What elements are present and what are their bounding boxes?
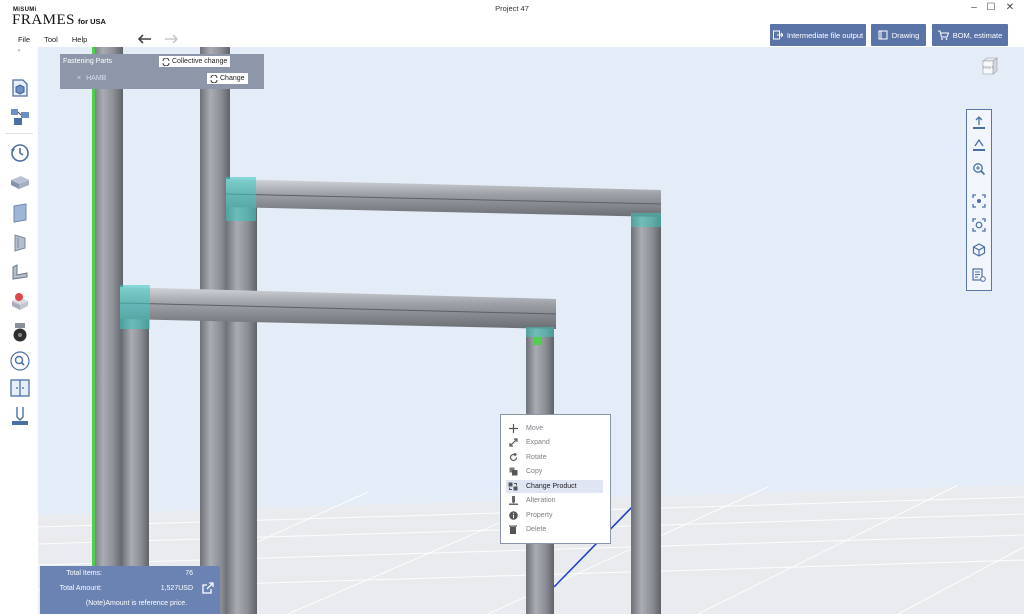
total-amount-label: Total Amount: — [59, 585, 102, 592]
context-item-expand[interactable]: Expand — [506, 436, 603, 449]
project-title: Project 47 — [495, 4, 529, 13]
minimize-button[interactable]: – — [968, 2, 980, 13]
expand-icon — [506, 438, 520, 447]
angle-bracket-icon[interactable] — [9, 261, 31, 283]
menu-help[interactable]: Help — [72, 35, 87, 44]
change-button[interactable]: Change — [207, 73, 248, 84]
swap-icon — [162, 57, 170, 66]
drawing-button[interactable]: Drawing — [871, 24, 926, 46]
bom-estimate-label: BOM, estimate — [952, 30, 1003, 40]
door-icon[interactable] — [9, 377, 31, 399]
part-box-icon[interactable] — [9, 77, 31, 99]
context-item-label: Change Product — [526, 483, 577, 490]
change-label: Change — [220, 75, 245, 82]
collective-change-button[interactable]: Collective change — [159, 56, 231, 67]
context-item-change-product[interactable]: Change Product — [506, 480, 603, 493]
context-item-label: Expand — [526, 439, 550, 446]
rotate-icon — [506, 453, 520, 462]
fastening-parts-title: Fastening Parts — [63, 58, 113, 65]
settings-list-icon[interactable] — [972, 268, 986, 282]
extrusion-icon[interactable] — [9, 172, 31, 194]
context-item-label: Copy — [526, 468, 543, 475]
price-note: (Note)Amount is reference price. — [85, 600, 188, 607]
menu-file[interactable]: File — [18, 35, 30, 44]
zoom-icon[interactable] — [972, 162, 986, 176]
close-button[interactable]: ✕ — [1004, 2, 1016, 13]
bom-estimate-button[interactable]: BOM, estimate — [932, 24, 1008, 46]
undo-button[interactable] — [137, 32, 152, 47]
external-link-icon[interactable] — [202, 582, 214, 594]
fastener-icon[interactable] — [9, 291, 31, 313]
total-items-value: 76 — [185, 570, 193, 577]
cart-icon — [937, 30, 949, 40]
view-cube-label: FRONT — [983, 66, 993, 70]
drawing-label: Drawing — [891, 30, 920, 40]
ruler-icon[interactable] — [9, 405, 31, 427]
context-item-delete[interactable]: Delete — [506, 523, 603, 536]
title-bar: MiSUMi FRAMES for USA Project 47 – ☐ ✕ F… — [0, 0, 1024, 48]
context-item-label: Delete — [526, 526, 547, 533]
property-icon — [506, 511, 520, 520]
fastening-part-label: HAMB — [86, 75, 107, 82]
context-item-label: Rotate — [526, 454, 547, 461]
change-product-icon — [506, 482, 520, 491]
context-menu: Move Expand Rotate Copy Change Product A… — [500, 414, 611, 544]
brand-name: FRAMES — [12, 12, 76, 28]
context-item-label: Move — [526, 425, 544, 432]
menu-tool[interactable]: Tool — [44, 35, 58, 44]
context-item-move[interactable]: Move — [506, 422, 603, 435]
bracket-icon[interactable] — [9, 232, 31, 254]
intermediate-file-output-label: Intermediate file output — [786, 30, 864, 40]
copy-icon — [506, 467, 520, 476]
intermediate-file-output-button[interactable]: Intermediate file output — [770, 24, 866, 46]
export-icon — [772, 30, 783, 40]
swap-icon — [210, 74, 218, 83]
panel-icon[interactable] — [9, 202, 31, 224]
redo-button[interactable] — [164, 32, 179, 47]
history-icon[interactable] — [9, 142, 31, 164]
drawing-icon — [878, 30, 888, 40]
context-item-label: Property — [526, 512, 553, 519]
search-icon[interactable] — [9, 350, 31, 372]
collective-change-label: Collective change — [172, 58, 228, 65]
alteration-icon — [506, 496, 520, 505]
snap-icon[interactable] — [972, 138, 986, 152]
totals-panel: Total Items: 76 Total Amount: 1,527USD (… — [40, 566, 220, 614]
total-items-label: Total Items: — [66, 570, 102, 577]
caster-icon[interactable] — [9, 321, 31, 343]
menu-bar: File Tool Help — [18, 35, 87, 44]
view-toolbar — [966, 109, 992, 291]
align-icon[interactable] — [972, 116, 986, 130]
sidebar-collapse-button[interactable]: » — [0, 47, 38, 55]
fit-selection-icon[interactable] — [972, 194, 986, 208]
view-orientation-cube[interactable]: FRONT — [980, 56, 1000, 76]
context-item-copy[interactable]: Copy — [506, 465, 603, 478]
fastening-part-item: × HAMB — [77, 75, 106, 82]
context-item-label: Alteration — [526, 497, 556, 504]
remove-part-button[interactable]: × — [77, 75, 81, 82]
total-amount-value: 1,527USD — [160, 585, 193, 592]
undo-arrow-icon — [137, 34, 151, 44]
maximize-button[interactable]: ☐ — [985, 2, 997, 13]
left-sidebar: » — [0, 47, 39, 614]
delete-icon — [506, 525, 520, 534]
fit-all-icon[interactable] — [972, 218, 986, 232]
view-cube-icon[interactable] — [972, 243, 986, 257]
assembly-icon[interactable] — [9, 106, 31, 128]
brand-region: for USA — [78, 17, 106, 26]
context-item-rotate[interactable]: Rotate — [506, 451, 603, 464]
context-item-property[interactable]: Property — [506, 509, 603, 522]
fastening-parts-panel: Fastening Parts Collective change × HAMB… — [60, 54, 264, 89]
context-item-alteration[interactable]: Alteration — [506, 494, 603, 507]
move-icon — [506, 424, 520, 433]
redo-arrow-icon — [165, 34, 179, 44]
